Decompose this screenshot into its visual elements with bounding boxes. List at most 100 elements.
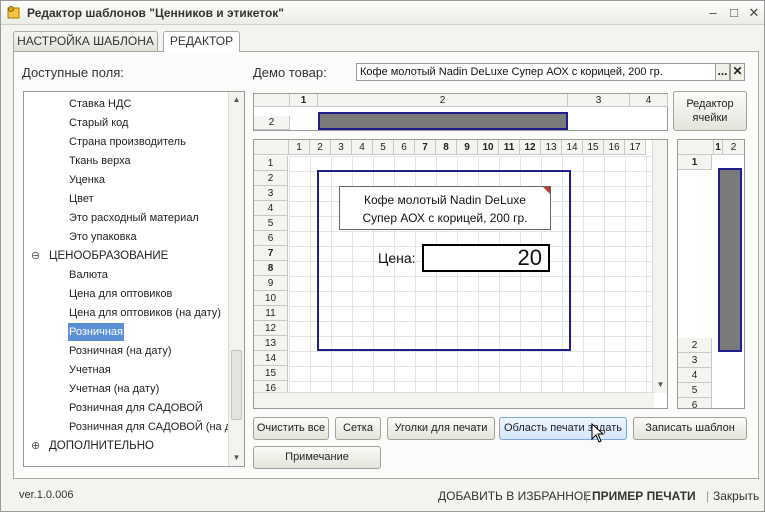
tree-item[interactable]: Старый код [68, 114, 129, 132]
clear-product-icon[interactable]: ✕ [730, 63, 745, 81]
grid-button[interactable]: Сетка [335, 417, 381, 440]
column-header[interactable]: 1 [289, 140, 310, 155]
note-button[interactable]: Примечание [253, 446, 381, 469]
right-row: 2 [678, 338, 712, 353]
tree-item[interactable]: Учетная (на дату) [68, 380, 160, 398]
tree-item[interactable]: Цена для оптовиков (на дату) [68, 304, 222, 322]
row-header[interactable]: 1 [254, 156, 288, 171]
column-header[interactable]: 8 [436, 140, 457, 155]
tree-group[interactable]: ЦЕНООБРАЗОВАНИЕ [48, 247, 169, 265]
scroll-down-icon[interactable]: ▼ [653, 377, 667, 393]
add-favorites-link[interactable]: ДОБАВИТЬ В ИЗБРАННОЕ [438, 489, 591, 503]
row-header[interactable]: 5 [254, 216, 288, 231]
column-header[interactable]: 5 [373, 140, 394, 155]
column-header[interactable]: 11 [499, 140, 520, 155]
row-header[interactable]: 13 [254, 336, 288, 351]
column-header[interactable]: 4 [352, 140, 373, 155]
row-header[interactable]: 11 [254, 306, 288, 321]
ruler-selection-bar[interactable] [318, 112, 568, 130]
tree-item[interactable]: Это упаковка [68, 228, 138, 246]
close-window-button[interactable]: ✕ [745, 4, 763, 22]
column-header[interactable]: 13 [541, 140, 562, 155]
tree-item[interactable]: Ткань верха [68, 152, 132, 170]
tree-item[interactable]: Цвет [68, 190, 95, 208]
set-print-area-button[interactable]: Область печати задать [499, 417, 627, 440]
column-header[interactable]: 7 [415, 140, 436, 155]
cell-editor-button[interactable]: Редактор ячейки [673, 91, 747, 131]
right-row: 4 [678, 368, 712, 383]
top-ruler: 1 2 3 4 1 2 [253, 93, 668, 131]
row-header[interactable]: 10 [254, 291, 288, 306]
right-row: 5 [678, 383, 712, 398]
collapse-icon[interactable]: ⊖ [31, 247, 41, 265]
mouse-cursor-icon [591, 423, 605, 443]
row-header[interactable]: 7 [254, 246, 288, 261]
product-name-line2: Супер АОХ с корицей, 200 гр. [362, 211, 528, 225]
tree-scroll-thumb[interactable] [231, 350, 242, 420]
row-header[interactable]: 12 [254, 321, 288, 336]
column-header[interactable]: 10 [478, 140, 499, 155]
row-header[interactable]: 2 [254, 171, 288, 186]
column-header[interactable]: 12 [520, 140, 541, 155]
tree-item[interactable]: Это расходный материал [68, 209, 200, 227]
price-label: Цена: [378, 250, 416, 266]
scroll-down-icon[interactable]: ▼ [229, 450, 244, 466]
ruler-col: 2 [318, 94, 568, 107]
ruler-col: 3 [568, 94, 630, 107]
row-header[interactable]: 3 [254, 186, 288, 201]
fields-tree[interactable]: Ставка НДС Старый код Страна производитель… [23, 91, 245, 467]
row-header[interactable]: 8 [254, 261, 288, 276]
tree-item[interactable]: Розничная для САДОВОЙ (на д [68, 418, 232, 436]
sheet-corner [254, 140, 289, 155]
demo-product-field[interactable]: Кофе молотый Nadin DeLuxe Супер АОХ с ко… [356, 63, 716, 81]
right-selection-bar[interactable] [718, 168, 742, 352]
row-header[interactable]: 9 [254, 276, 288, 291]
tree-item[interactable]: Розничная (на дату) [68, 342, 173, 360]
column-header[interactable]: 14 [562, 140, 583, 155]
tree-item[interactable]: Цена для оптовиков [68, 285, 173, 303]
column-header[interactable]: 16 [604, 140, 625, 155]
sheet-hscroll[interactable] [254, 392, 654, 408]
template-sheet[interactable]: 1 2 3 4 5 6 7 8 9 10 11 12 13 14 15 16 17 1 2 3 4 5 6 7 8 9 10 11 1… [253, 139, 668, 409]
column-header[interactable]: 9 [457, 140, 478, 155]
close-link[interactable]: Закрыть [713, 489, 759, 503]
column-header[interactable]: 2 [310, 140, 331, 155]
scroll-up-icon[interactable]: ▲ [229, 92, 244, 108]
tree-item[interactable]: Ставка НДС [68, 95, 132, 113]
right-row: 3 [678, 353, 712, 368]
tree-item[interactable]: Валюта [68, 266, 109, 284]
expand-icon[interactable]: ⊕ [31, 437, 41, 455]
sheet-vscroll[interactable]: ▼ [652, 140, 667, 393]
tab-editor[interactable]: РЕДАКТОР [163, 31, 240, 52]
maximize-button[interactable]: □ [725, 4, 743, 22]
tree-item[interactable]: Учетная [68, 361, 112, 379]
clear-all-button[interactable]: Очистить все [253, 417, 329, 440]
print-corners-button[interactable]: Уголки для печати [387, 417, 495, 440]
price-value-cell[interactable]: 20 [422, 244, 550, 272]
tree-scrollbar[interactable]: ▲ ▼ [228, 92, 244, 466]
row-header[interactable]: 6 [254, 231, 288, 246]
save-template-button[interactable]: Записать шаблон [633, 417, 747, 440]
right-preview-sheet[interactable]: 1 2 1 2 3 4 5 6 [677, 139, 745, 409]
row-header[interactable]: 15 [254, 366, 288, 381]
tree-item[interactable]: Страна производитель [68, 133, 187, 151]
tree-item[interactable]: Розничная [68, 323, 124, 341]
column-header[interactable]: 15 [583, 140, 604, 155]
editor-window: Редактор шаблонов "Ценников и этикеток" … [0, 0, 765, 512]
column-header[interactable]: 3 [331, 140, 352, 155]
cell-editor-label-line2: ячейки [692, 112, 728, 124]
minimize-button[interactable]: – [704, 4, 722, 22]
tab-template-settings[interactable]: НАСТРОЙКА ШАБЛОНА [13, 31, 158, 51]
column-header[interactable]: 6 [394, 140, 415, 155]
row-header[interactable]: 14 [254, 351, 288, 366]
tree-item[interactable]: Уценка [68, 171, 106, 189]
column-header[interactable]: 17 [625, 140, 646, 155]
tree-group[interactable]: ДОПОЛНИТЕЛЬНО [48, 437, 155, 455]
product-name-cell[interactable]: Кофе молотый Nadin DeLuxe Супер АОХ с ко… [339, 186, 551, 230]
row-header[interactable]: 4 [254, 201, 288, 216]
tree-item[interactable]: Розничная для САДОВОЙ [68, 399, 204, 417]
select-product-button[interactable]: ... [715, 63, 730, 81]
print-example-link[interactable]: ПРИМЕР ПЕЧАТИ [592, 489, 696, 503]
product-name-line1: Кофе молотый Nadin DeLuxe [364, 193, 526, 207]
right-col: 1 [714, 140, 723, 155]
